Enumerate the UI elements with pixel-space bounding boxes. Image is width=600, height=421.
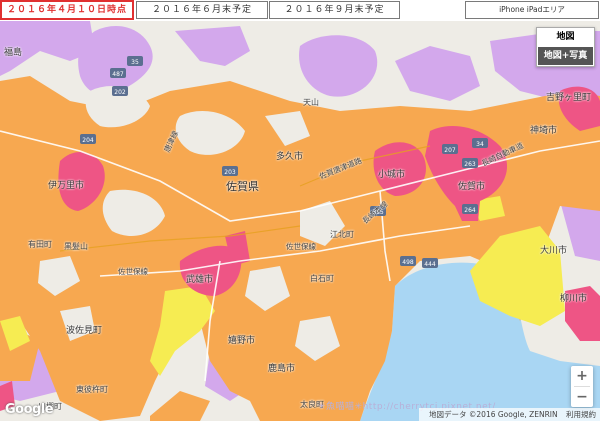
- label-arita: 有田町: [28, 240, 52, 249]
- route-shield: 487: [110, 68, 126, 78]
- map-attribution: 地図データ ©2016 Google, ZENRIN 利用規約: [419, 408, 600, 421]
- route-shield: 444: [422, 258, 438, 268]
- label-kohoku: 江北町: [330, 230, 354, 239]
- label-fukushima: 福島: [4, 48, 23, 58]
- route-number: 263: [464, 161, 476, 168]
- google-logo: Google: [5, 402, 54, 417]
- route-number: 487: [112, 71, 124, 78]
- route-number: 264: [464, 207, 476, 214]
- route-number: 202: [114, 89, 126, 96]
- route-shield: 498: [400, 256, 416, 266]
- map-type-control: 地図 地図+写真: [536, 27, 595, 67]
- label-ogi: 小城市: [378, 170, 406, 180]
- route-number: 34: [476, 141, 484, 148]
- map-type-map-button[interactable]: 地図: [537, 28, 594, 46]
- route-number: 444: [424, 261, 436, 268]
- label-saga-city: 佐賀市: [458, 182, 486, 192]
- label-okawa: 大川市: [540, 246, 568, 256]
- route-shield: 202: [112, 86, 128, 96]
- zoom-in-button[interactable]: +: [571, 366, 593, 386]
- label-shiroishi: 白石町: [310, 274, 334, 283]
- label-yoshinogari: 吉野ヶ里町: [546, 93, 592, 103]
- label-tenzan: 天山: [303, 98, 319, 107]
- label-higashisonogi: 東彼杵町: [76, 385, 108, 394]
- tab-iphone-ipad-area[interactable]: iPhone iPadエリア: [465, 1, 599, 19]
- zoom-control: + −: [571, 366, 593, 407]
- route-shield: 263: [462, 158, 478, 168]
- tab-2016-09-end[interactable]: ２０１６年９月末予定: [269, 1, 400, 19]
- route-shield: 203: [222, 166, 238, 176]
- label-ureshino: 嬉野市: [228, 336, 256, 346]
- map-canvas: 4872022043520320726434444263385498: [0, 21, 600, 421]
- route-shield: 264: [462, 204, 478, 214]
- attribution-data: 地図データ ©2016 Google, ZENRIN: [429, 410, 558, 419]
- label-kanzaki: 神埼市: [530, 126, 558, 136]
- label-kashima: 鹿島市: [268, 364, 296, 374]
- label-hasami: 波佐見町: [66, 326, 103, 336]
- label-saga-pref: 佐賀県: [226, 180, 259, 193]
- label-sasebo-line: 佐世保線: [118, 267, 148, 276]
- label-taku: 多久市: [276, 152, 304, 162]
- terms-link[interactable]: 利用規約: [566, 410, 596, 419]
- label-sasebo-line-2: 佐世保線: [286, 242, 316, 251]
- route-shield: 204: [80, 134, 96, 144]
- label-kurokami: 黒髪山: [64, 242, 88, 251]
- route-number: 204: [82, 137, 94, 144]
- tab-bar: ２０１６年４月１０日時点 ２０１６年６月末予定 ２０１６年９月末予定 iPhon…: [0, 0, 600, 20]
- map-type-satellite-button[interactable]: 地図+写真: [538, 47, 593, 65]
- tab-2016-06-end[interactable]: ２０１６年６月末予定: [136, 1, 268, 19]
- route-shield: 34: [472, 138, 488, 148]
- route-number: 35: [131, 59, 139, 66]
- coverage-map[interactable]: 487 202 204 35 203 207 264 34 444 263 385 498 福島 天山…: [0, 21, 600, 421]
- route-shield: 35: [127, 56, 143, 66]
- zoom-out-button[interactable]: −: [571, 387, 593, 407]
- label-imari: 伊万里市: [48, 181, 85, 191]
- route-number: 207: [444, 147, 456, 154]
- label-takeo: 武雄市: [186, 275, 214, 285]
- label-yanagawa: 柳川市: [560, 294, 588, 304]
- route-shield: 207: [442, 144, 458, 154]
- route-number: 203: [224, 169, 236, 176]
- tab-2016-04-10[interactable]: ２０１６年４月１０日時点: [0, 0, 134, 20]
- route-number: 498: [402, 259, 414, 266]
